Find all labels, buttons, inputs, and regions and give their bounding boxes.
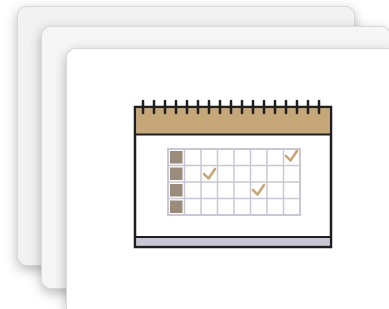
calendar-icon xyxy=(133,99,333,249)
row-marker xyxy=(170,184,183,197)
row-marker xyxy=(170,167,183,180)
day-grid xyxy=(167,148,301,216)
row-marker xyxy=(170,151,183,164)
row-marker xyxy=(170,200,183,213)
calendar-footer-bar xyxy=(136,237,330,246)
